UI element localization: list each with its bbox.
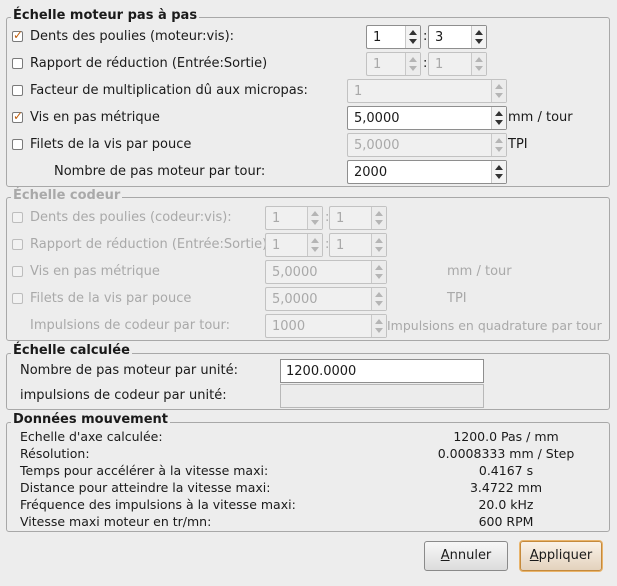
encoder-pulley-label: Dents des poulies (codeur:vis): [30, 210, 232, 225]
spin-arrows-icon[interactable] [471, 26, 486, 48]
encoder-reduction-a-spin: 1 [265, 233, 323, 257]
pulley-teeth-checkbox[interactable] [12, 28, 23, 42]
encoder-reduction-checkbox [12, 239, 23, 250]
spin-arrows-icon [371, 207, 386, 229]
encoder-reduction-label: Rapport de réduction (Entrée:Sortie) [30, 237, 268, 252]
encoder-metric-unit: mm / tour [447, 264, 512, 279]
encoder-pulses-label: Impulsions de codeur par tour: [30, 318, 231, 333]
motion-row-value: 0.0008333 mm / Step [437, 446, 575, 461]
motion-row-label: Vitesse maxi moteur en tr/mn: [20, 514, 212, 529]
encoder-pulley-b-spin: 1 [329, 206, 387, 230]
pulley-teeth-motor-spin[interactable]: 1 [366, 25, 421, 49]
tpi-screw-checkbox[interactable] [12, 139, 23, 150]
encoder-metric-label: Vis en pas métrique [30, 264, 160, 279]
microstep-checkbox[interactable] [12, 85, 23, 96]
apply-button[interactable]: Appliquer [520, 541, 602, 571]
spin-arrows-icon [471, 53, 486, 75]
encoder-tpi-unit: TPI [447, 291, 467, 306]
motion-data-title: Données mouvement [11, 412, 170, 427]
metric-screw-label: Vis en pas métrique [30, 110, 160, 125]
ratio-colon: : [423, 56, 428, 71]
reduction-in-spin: 1 [366, 52, 421, 76]
spin-arrows-icon [307, 234, 322, 256]
spin-arrows-icon [371, 261, 386, 283]
motion-row-value: 20.0 kHz [478, 497, 534, 512]
spin-arrows-icon [405, 53, 420, 75]
motion-row-value: 600 RPM [478, 514, 534, 529]
tpi-screw-spin: 5,0000 [347, 133, 507, 157]
microstep-label: Facteur de multiplication dû aux micropa… [30, 83, 308, 98]
spin-arrows-icon [307, 207, 322, 229]
encoder-pulses-unit: Impulsions en quadrature par tour [387, 318, 602, 333]
reduction-out-spin: 1 [428, 52, 487, 76]
encoder-pulley-checkbox [12, 212, 23, 223]
motion-row-label: Fréquence des impulsions à la vitesse ma… [20, 497, 296, 512]
steps-per-unit-label: Nombre de pas moteur par unité: [20, 363, 238, 378]
encoder-tpi-label: Filets de la vis par pouce [30, 291, 192, 306]
encoder-pulses-spin: 1000 [265, 314, 387, 338]
metric-screw-unit: mm / tour [508, 110, 573, 125]
encoder-pulley-a-spin: 1 [265, 206, 323, 230]
motor-scale-title: Échelle moteur pas à pas [11, 8, 200, 23]
encoder-per-unit-label: impulsions de codeur par unité: [20, 388, 227, 403]
motion-row-value: 1200.0 Pas / mm [453, 429, 559, 444]
reduction-checkbox[interactable] [12, 58, 23, 69]
tpi-screw-unit: TPI [508, 137, 528, 152]
encoder-reduction-b-spin: 1 [329, 233, 387, 257]
steps-per-rev-spin[interactable]: 2000 [347, 160, 507, 184]
encoder-metric-spin: 5,0000 [265, 260, 387, 284]
spin-arrows-icon [371, 288, 386, 310]
encoder-tpi-spin: 5,0000 [265, 287, 387, 311]
spin-arrows-icon [491, 80, 506, 102]
reduction-label: Rapport de réduction (Entrée:Sortie) [30, 56, 268, 71]
pulley-teeth-screw-spin[interactable]: 3 [428, 25, 487, 49]
spin-arrows-icon [491, 134, 506, 156]
steps-per-unit-field: 1200.0000 [280, 359, 484, 383]
ratio-colon: : [423, 29, 428, 44]
microstep-spin: 1 [347, 79, 507, 103]
tpi-screw-label: Filets de la vis par pouce [30, 137, 192, 152]
motion-row-label: Temps pour accélérer à la vitesse maxi: [20, 463, 269, 478]
motion-row-label: Résolution: [20, 446, 90, 461]
spin-arrows-icon [371, 315, 386, 337]
motion-row-label: Distance pour atteindre la vitesse maxi: [20, 480, 271, 495]
cancel-button[interactable]: Annuler [424, 541, 508, 571]
spin-arrows-icon[interactable] [405, 26, 420, 48]
pulley-teeth-label: Dents des poulies (moteur:vis): [30, 29, 235, 44]
steps-per-rev-label: Nombre de pas moteur par tour: [54, 164, 266, 179]
motion-row-value: 0.4167 s [478, 463, 534, 478]
spin-arrows-icon [371, 234, 386, 256]
metric-screw-checkbox[interactable] [12, 109, 23, 123]
motion-row-label: Echelle d'axe calculée: [20, 429, 163, 444]
encoder-metric-checkbox [12, 266, 23, 277]
spin-arrows-icon[interactable] [491, 161, 506, 183]
motion-row-value: 3.4722 mm [469, 480, 543, 495]
spin-arrows-icon[interactable] [491, 107, 506, 129]
encoder-scale-title: Échelle codeur [11, 188, 123, 203]
metric-screw-spin[interactable]: 5,0000 [347, 106, 507, 130]
encoder-tpi-checkbox [12, 293, 23, 304]
encoder-per-unit-field [280, 384, 484, 408]
computed-scale-title: Échelle calculée [11, 343, 132, 358]
